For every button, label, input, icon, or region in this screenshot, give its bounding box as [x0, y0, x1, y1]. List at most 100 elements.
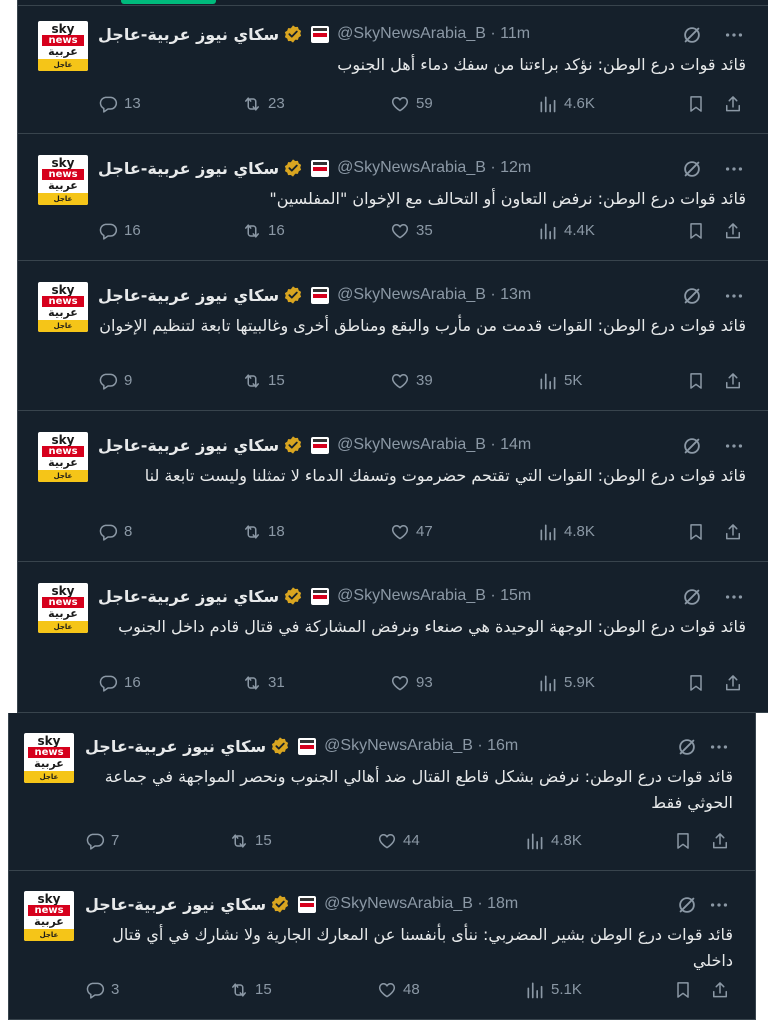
grok-icon[interactable] [676, 894, 698, 916]
more-options-icon[interactable] [723, 435, 745, 457]
verified-badge-icon [285, 587, 302, 605]
reply-count: 7 [111, 832, 120, 849]
share-button[interactable] [722, 671, 744, 695]
tweet[interactable]: sky news عربية عاجل سكاي نيوز عربية-عاجل… [18, 562, 768, 713]
share-button[interactable] [722, 520, 744, 544]
repost-button[interactable]: 18 [242, 520, 285, 544]
like-button[interactable]: 39 [390, 369, 433, 393]
account-handle-time[interactable]: @SkyNewsArabia_B · 12m [337, 159, 531, 177]
reply-button[interactable]: 13 [98, 92, 141, 116]
reply-button[interactable]: 16 [98, 219, 141, 243]
tweet[interactable]: sky news عربية عاجل سكاي نيوز عربية-عاجل… [9, 871, 755, 1020]
views-button[interactable]: 5.9K [538, 671, 595, 695]
bookmark-button[interactable] [685, 520, 707, 544]
views-button[interactable]: 5K [538, 369, 582, 393]
affiliate-badge-icon [311, 436, 330, 454]
views-button[interactable]: 4.6K [538, 92, 595, 116]
repost-button[interactable]: 23 [242, 92, 285, 116]
account-name[interactable]: سكاي نيوز عربية-عاجل [98, 587, 279, 606]
tweet-actions: 9 15 39 5K [98, 369, 768, 393]
repost-button[interactable]: 15 [242, 369, 285, 393]
more-options-icon[interactable] [723, 586, 745, 608]
more-options-icon[interactable] [723, 24, 745, 46]
more-options-icon[interactable] [723, 285, 745, 307]
reply-button[interactable]: 3 [85, 978, 119, 1002]
repost-button[interactable]: 15 [229, 829, 272, 853]
account-name[interactable]: سكاي نيوز عربية-عاجل [98, 436, 279, 455]
avatar-logo-sky: sky [37, 734, 61, 748]
bookmark-button[interactable] [685, 92, 707, 116]
tweet[interactable]: sky news عربية عاجل سكاي نيوز عربية-عاجل… [18, 0, 768, 134]
reply-button[interactable]: 16 [98, 671, 141, 695]
views-button[interactable]: 4.4K [538, 219, 595, 243]
account-handle-time[interactable]: @SkyNewsArabia_B · 15m [337, 587, 531, 605]
avatar[interactable]: sky news عربية عاجل [24, 891, 74, 941]
views-button[interactable]: 4.8K [525, 829, 582, 853]
tweet[interactable]: sky news عربية عاجل سكاي نيوز عربية-عاجل… [9, 713, 755, 871]
views-button[interactable]: 4.8K [538, 520, 595, 544]
account-handle-time[interactable]: @SkyNewsArabia_B · 14m [337, 436, 531, 454]
repost-button[interactable]: 31 [242, 671, 285, 695]
bookmark-button[interactable] [685, 369, 707, 393]
like-button[interactable]: 59 [390, 92, 433, 116]
like-button[interactable]: 93 [390, 671, 433, 695]
more-options-icon[interactable] [708, 894, 730, 916]
like-button[interactable]: 48 [377, 978, 420, 1002]
share-button[interactable] [722, 92, 744, 116]
account-name[interactable]: سكاي نيوز عربية-عاجل [98, 159, 279, 178]
grok-icon[interactable] [681, 586, 703, 608]
share-button[interactable] [709, 829, 731, 853]
grok-icon[interactable] [681, 435, 703, 457]
account-handle-time[interactable]: @SkyNewsArabia_B · 13m [337, 286, 531, 304]
repost-button[interactable]: 15 [229, 978, 272, 1002]
heart-icon [378, 983, 396, 998]
account-name[interactable]: سكاي نيوز عربية-عاجل [98, 25, 279, 44]
account-name[interactable]: سكاي نيوز عربية-عاجل [85, 737, 266, 756]
share-button[interactable] [722, 219, 744, 243]
reply-icon [99, 223, 118, 240]
tweet[interactable]: sky news عربية عاجل سكاي نيوز عربية-عاجل… [18, 411, 768, 562]
like-button[interactable]: 35 [390, 219, 433, 243]
like-button[interactable]: 47 [390, 520, 433, 544]
reply-icon [86, 982, 105, 999]
bookmark-button[interactable] [672, 829, 694, 853]
share-button[interactable] [722, 369, 744, 393]
analytics-icon [540, 373, 556, 390]
bookmark-button[interactable] [685, 671, 707, 695]
bookmark-icon [690, 373, 702, 389]
views-button[interactable]: 5.1K [525, 978, 582, 1002]
like-button[interactable]: 44 [377, 829, 420, 853]
avatar[interactable]: sky news عربية عاجل [38, 155, 88, 205]
grok-icon[interactable] [676, 736, 698, 758]
account-handle-time[interactable]: @SkyNewsArabia_B · 16m [324, 737, 518, 755]
avatar[interactable]: sky news عربية عاجل [38, 21, 88, 71]
bookmark-button[interactable] [685, 219, 707, 243]
bookmark-button[interactable] [672, 978, 694, 1002]
reply-count: 9 [124, 372, 133, 389]
grok-icon[interactable] [681, 285, 703, 307]
avatar[interactable]: sky news عربية عاجل [38, 583, 88, 633]
grok-icon[interactable] [681, 24, 703, 46]
account-handle-time[interactable]: @SkyNewsArabia_B · 11m [337, 25, 530, 43]
repost-button[interactable]: 16 [242, 219, 285, 243]
share-button[interactable] [709, 978, 731, 1002]
reply-button[interactable]: 9 [98, 369, 132, 393]
grok-icon[interactable] [681, 158, 703, 180]
avatar[interactable]: sky news عربية عاجل [38, 282, 88, 332]
avatar-logo-sky: sky [51, 22, 75, 36]
more-options-icon[interactable] [708, 736, 730, 758]
more-options-icon[interactable] [723, 158, 745, 180]
analytics-icon [540, 96, 556, 113]
avatar[interactable]: sky news عربية عاجل [38, 432, 88, 482]
tweet-actions: 3 15 48 5.1K [85, 978, 755, 1002]
account-name[interactable]: سكاي نيوز عربية-عاجل [85, 895, 266, 914]
heart-icon [391, 374, 409, 389]
repost-count: 23 [268, 95, 285, 112]
tweet[interactable]: sky news عربية عاجل سكاي نيوز عربية-عاجل… [18, 134, 768, 261]
account-name[interactable]: سكاي نيوز عربية-عاجل [98, 286, 279, 305]
avatar[interactable]: sky news عربية عاجل [24, 733, 74, 783]
tweet[interactable]: sky news عربية عاجل سكاي نيوز عربية-عاجل… [18, 261, 768, 411]
reply-button[interactable]: 8 [98, 520, 132, 544]
reply-button[interactable]: 7 [85, 829, 119, 853]
account-handle-time[interactable]: @SkyNewsArabia_B · 18m [324, 895, 518, 913]
